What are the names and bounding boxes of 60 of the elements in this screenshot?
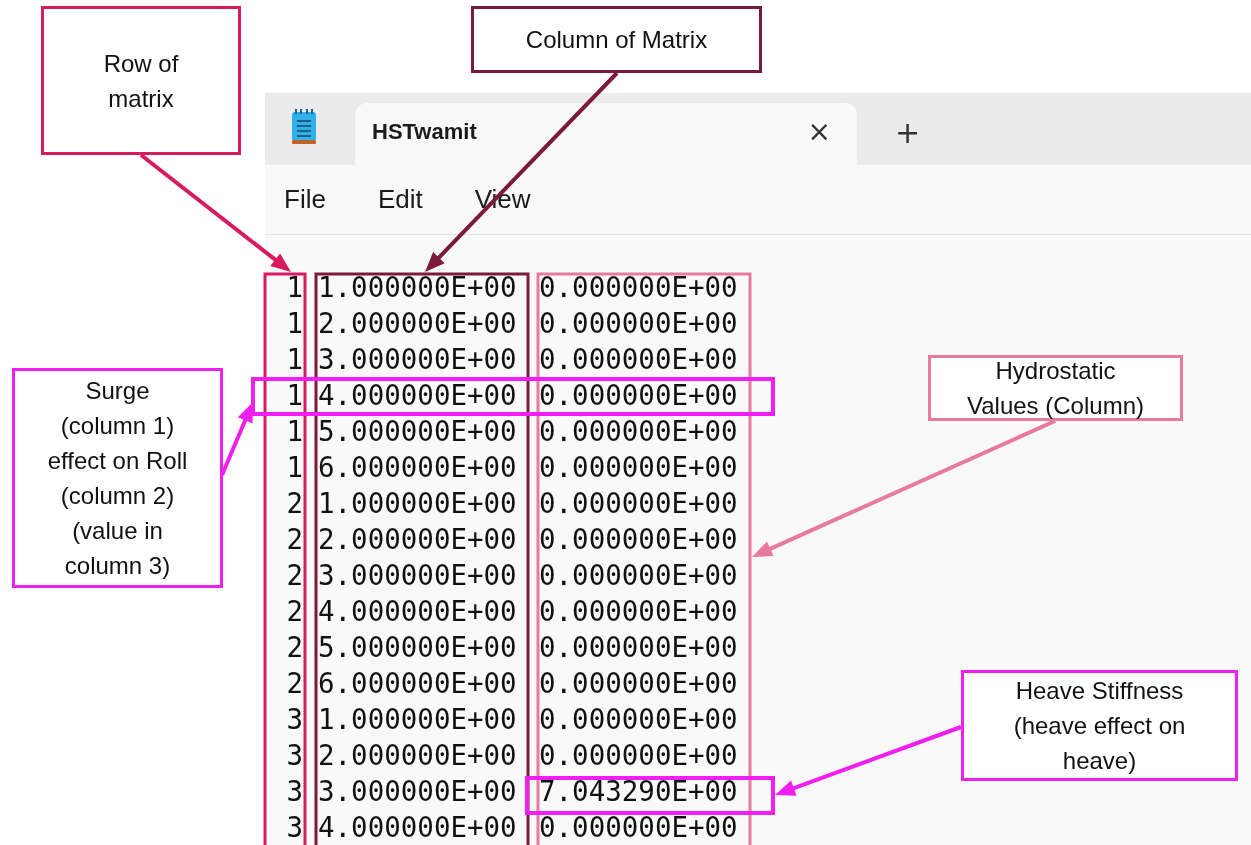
matrix-value: 0.000000E+00	[539, 270, 738, 305]
column-index: 6.000000E+00	[318, 666, 518, 701]
matrix-value: 0.000000E+00	[539, 738, 738, 773]
matrix-value: 0.000000E+00	[539, 414, 738, 449]
column-index: 2.000000E+00	[318, 738, 518, 773]
menu-item[interactable]: Edit	[368, 184, 432, 215]
row-index: 1	[285, 450, 303, 485]
row-index: 2	[285, 558, 303, 593]
matrix-value: 0.000000E+00	[539, 306, 738, 341]
matrix-value: 0.000000E+00	[539, 810, 738, 845]
row-index: 2	[285, 522, 303, 557]
row-index: 3	[285, 810, 303, 845]
matrix-value: 0.000000E+00	[539, 666, 738, 701]
row-index: 2	[285, 630, 303, 665]
close-tab-button[interactable]: ×	[799, 118, 839, 146]
row-index: 2	[285, 666, 303, 701]
column-index: 4.000000E+00	[318, 378, 518, 413]
column-index: 5.000000E+00	[318, 630, 518, 665]
matrix-value: 0.000000E+00	[539, 522, 738, 557]
column-index: 6.000000E+00	[318, 450, 518, 485]
callout-text: Hydrostatic Values (Column)	[967, 356, 1144, 421]
matrix-value: 0.000000E+00	[539, 378, 738, 413]
matrix-value: 0.000000E+00	[539, 486, 738, 521]
matrix-value: 0.000000E+00	[539, 702, 738, 737]
row-index: 2	[285, 486, 303, 521]
row-index: 1	[285, 414, 303, 449]
column-index: 3.000000E+00	[318, 342, 518, 377]
callout-text: Surge (column 1) effect on Roll (column 2) (value in column 3)	[47, 376, 188, 581]
row-index: 1	[285, 342, 303, 377]
row-index: 3	[285, 702, 303, 737]
column-index: 2.000000E+00	[318, 522, 518, 557]
matrix-value: 0.000000E+00	[539, 450, 738, 485]
column-index: 3.000000E+00	[318, 774, 518, 809]
row-index: 3	[285, 738, 303, 773]
column-index: 2.000000E+00	[318, 306, 518, 341]
row-index: 2	[285, 594, 303, 629]
matrix-value: 0.000000E+00	[539, 594, 738, 629]
column-index: 1.000000E+00	[318, 270, 518, 305]
column-index: 1.000000E+00	[318, 702, 518, 737]
menu-item[interactable]: File	[275, 184, 335, 215]
matrix-value: 0.000000E+00	[539, 342, 738, 377]
column-index: 3.000000E+00	[318, 558, 518, 593]
matrix-value: 0.000000E+00	[539, 630, 738, 665]
notepad-icon	[291, 109, 317, 145]
matrix-value: 7.043290E+00	[539, 774, 738, 809]
column-index: 1.000000E+00	[318, 486, 518, 521]
callout-text: Column of Matrix	[525, 25, 708, 55]
callout-text: Heave Stiffness (heave effect on heave)	[1013, 676, 1186, 776]
row-index: 3	[285, 774, 303, 809]
new-tab-button[interactable]: +	[887, 118, 929, 148]
column-index: 5.000000E+00	[318, 414, 518, 449]
row-index: 1	[285, 378, 303, 413]
document-tab[interactable]: HSTwamit ×	[355, 103, 857, 165]
tab-title: HSTwamit	[372, 119, 477, 145]
matrix-value: 0.000000E+00	[539, 558, 738, 593]
column-index: 4.000000E+00	[318, 810, 518, 845]
column-index: 4.000000E+00	[318, 594, 518, 629]
row-index: 1	[285, 270, 303, 305]
callout-text: Row of matrix	[103, 48, 179, 114]
row-index: 1	[285, 306, 303, 341]
